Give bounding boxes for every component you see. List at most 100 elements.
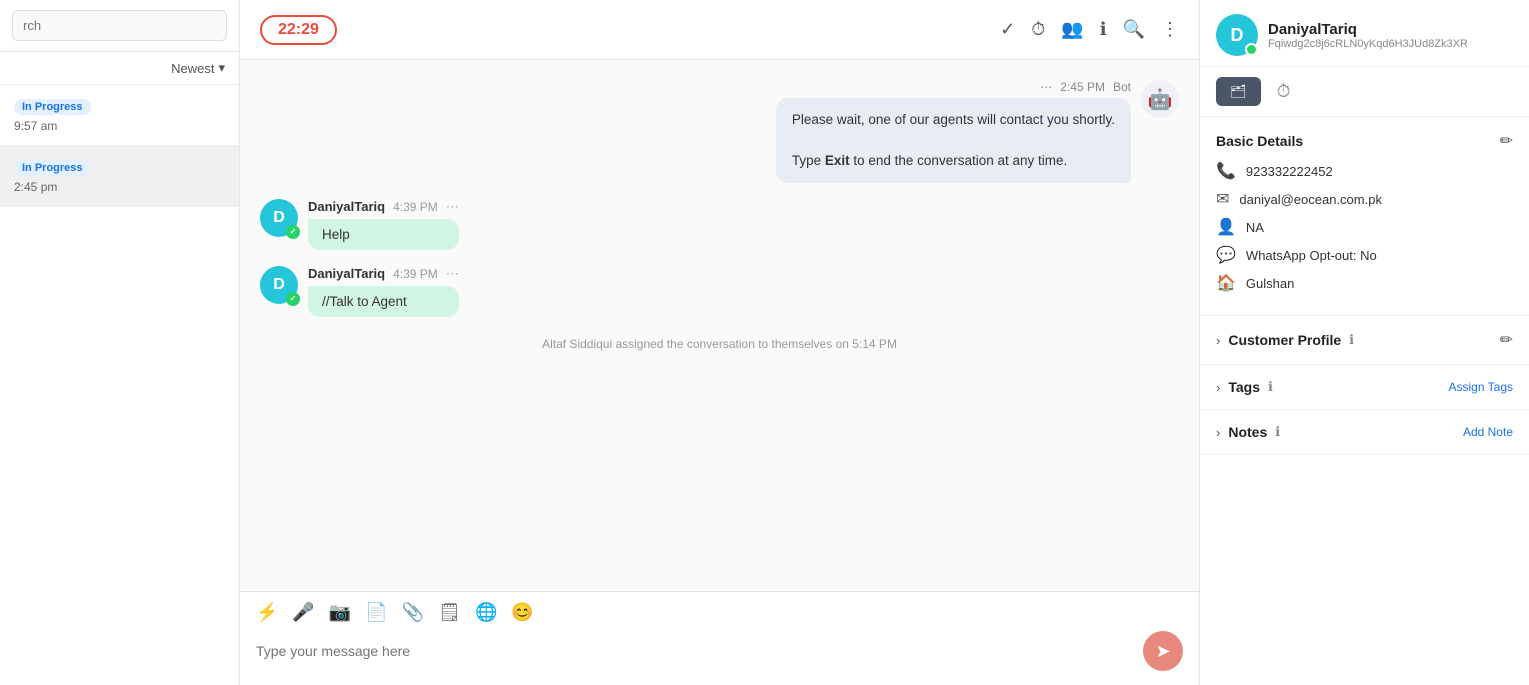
bot-text-line2-prefix: Type [792, 153, 825, 168]
info-icon[interactable]: ℹ [1100, 19, 1107, 40]
basic-details-title: Basic Details [1216, 133, 1303, 149]
conv-time-1: 9:57 am [14, 119, 225, 133]
rp-whatsapp-dot [1245, 43, 1258, 56]
basic-details-edit-icon[interactable]: ✏ [1500, 131, 1513, 151]
sidebar-filter[interactable]: Newest ▾ [0, 52, 239, 85]
users-icon[interactable]: 👥 [1061, 19, 1083, 40]
chat-input-toolbar: ⚡ 🎤 📷 📄 📎 🗒 🌐 😊 [256, 602, 1183, 623]
user-message-row-1: D ✓ DaniyalTariq 4:39 PM ⋯ Help [260, 199, 1179, 250]
attach-icon[interactable]: 📎 [402, 602, 424, 623]
whatsapp-badge-2: ✓ [286, 292, 300, 306]
bolt-icon[interactable]: ⚡ [256, 602, 278, 623]
conv-time-2: 2:45 pm [14, 180, 225, 194]
bot-message-info: ⋯ 2:45 PM Bot [1040, 80, 1131, 94]
sidebar: Newest ▾ In Progress 9:57 am In Progress… [0, 0, 240, 685]
tags-section[interactable]: › Tags ℹ Assign Tags [1200, 365, 1529, 410]
bot-message-bubble: Please wait, one of our agents will cont… [776, 98, 1131, 183]
user-message-content-1: DaniyalTariq 4:39 PM ⋯ Help [308, 199, 459, 250]
tags-right: Assign Tags [1449, 380, 1513, 394]
chat-timer: 22:29 [260, 15, 337, 45]
doc-icon[interactable]: 📄 [365, 602, 387, 623]
chat-header-icons: ✓ ⏱ 👥 ℹ 🔍 ⋮ [1000, 19, 1179, 40]
globe-icon[interactable]: 🌐 [475, 602, 497, 623]
mic-icon[interactable]: 🎤 [292, 602, 314, 623]
more-icon[interactable]: ⋮ [1161, 19, 1179, 40]
tab-history[interactable]: ⏱ [1269, 77, 1299, 106]
whatsapp-icon: 💬 [1216, 245, 1236, 265]
chat-header: 22:29 ✓ ⏱ 👥 ℹ 🔍 ⋮ [240, 0, 1199, 60]
assign-tags-link[interactable]: Assign Tags [1449, 380, 1513, 394]
email-icon: ✉ [1216, 189, 1229, 209]
message-input[interactable] [256, 643, 1133, 659]
send-icon: ➤ [1155, 641, 1170, 662]
bot-text-line2-suffix: to end the conversation at any time. [850, 153, 1068, 168]
user-time-2: 4:39 PM [393, 267, 438, 281]
customer-profile-section[interactable]: › Customer Profile ℹ ✏ [1200, 316, 1529, 365]
notes-chevron-icon: › [1216, 425, 1220, 440]
search-input[interactable] [12, 10, 227, 41]
rp-avatar: D [1216, 14, 1258, 56]
conversation-item-2[interactable]: In Progress 2:45 pm [0, 146, 239, 207]
customer-profile-edit-icon[interactable]: ✏ [1500, 330, 1513, 350]
more-icon-user1[interactable]: ⋯ [446, 199, 459, 215]
user-name-1: DaniyalTariq [308, 199, 385, 214]
status-badge-1: In Progress [14, 99, 91, 115]
user-time-1: 4:39 PM [393, 200, 438, 214]
more-icon-user2[interactable]: ⋯ [446, 266, 459, 282]
rp-initials: D [1231, 25, 1244, 46]
user-bubble-2: //Talk to Agent [308, 286, 459, 317]
bot-message-meta: ⋯ 2:45 PM Bot Please wait, one of our ag… [776, 80, 1131, 183]
notes-right: Add Note [1463, 425, 1513, 439]
emoji-icon[interactable]: 😊 [511, 602, 533, 623]
user-avatar-1: D ✓ [260, 199, 298, 237]
basic-details-header: Basic Details ✏ [1216, 131, 1513, 151]
user-bubble-1: Help [308, 219, 459, 250]
add-note-link[interactable]: Add Note [1463, 425, 1513, 439]
bot-message-row: ⋯ 2:45 PM Bot Please wait, one of our ag… [260, 80, 1179, 183]
tags-title: Tags [1228, 379, 1260, 395]
home-icon: 🏠 [1216, 273, 1236, 293]
detail-whatsapp: 💬 WhatsApp Opt-out: No [1216, 245, 1513, 265]
chat-input-area: ⚡ 🎤 📷 📄 📎 🗒 🌐 😊 ➤ [240, 591, 1199, 685]
filter-label: Newest [171, 61, 214, 76]
person-icon: 👤 [1216, 217, 1236, 237]
customer-profile-left: › Customer Profile ℹ [1216, 332, 1354, 348]
name-value: NA [1246, 220, 1264, 235]
detail-location: 🏠 Gulshan [1216, 273, 1513, 293]
detail-phone: 📞 923332222452 [1216, 161, 1513, 181]
camera-icon[interactable]: 📷 [329, 602, 351, 623]
notes-title: Notes [1228, 424, 1267, 440]
bot-exit-word: Exit [825, 153, 850, 168]
rp-user-id: Fqiwdg2c8j6cRLN0yKqd6H3JUd8Zk3XR [1268, 38, 1468, 50]
user-avatar-2: D ✓ [260, 266, 298, 304]
send-button[interactable]: ➤ [1143, 631, 1183, 671]
conversation-item-1[interactable]: In Progress 9:57 am [0, 85, 239, 146]
customer-profile-title: Customer Profile [1228, 332, 1341, 348]
user-message-header-2: DaniyalTariq 4:39 PM ⋯ [308, 266, 459, 282]
notes-section[interactable]: › Notes ℹ Add Note [1200, 410, 1529, 455]
user-message-row-2: D ✓ DaniyalTariq 4:39 PM ⋯ //Talk to Age… [260, 266, 1179, 317]
bot-message-time: 2:45 PM [1060, 80, 1105, 94]
more-icon-bot[interactable]: ⋯ [1040, 80, 1052, 94]
note-icon[interactable]: 🗒 [438, 602, 461, 623]
user-message-content-2: DaniyalTariq 4:39 PM ⋯ //Talk to Agent [308, 266, 459, 317]
customer-profile-info-icon: ℹ [1349, 332, 1354, 348]
history-icon[interactable]: ⏱ [1031, 19, 1045, 40]
filter-chevron-icon[interactable]: ▾ [218, 60, 225, 76]
email-value: daniyal@eocean.com.pk [1239, 192, 1382, 207]
phone-value: 923332222452 [1246, 164, 1333, 179]
tags-chevron-icon: › [1216, 380, 1220, 395]
search-icon[interactable]: 🔍 [1123, 19, 1145, 40]
chat-main: 22:29 ✓ ⏱ 👥 ℹ 🔍 ⋮ ⋯ 2:45 PM Bot Please w… [240, 0, 1199, 685]
notes-left: › Notes ℹ [1216, 424, 1280, 440]
right-panel: D DaniyalTariq Fqiwdg2c8j6cRLN0yKqd6H3JU… [1199, 0, 1529, 685]
tags-info-icon: ℹ [1268, 379, 1273, 395]
check-icon[interactable]: ✓ [1000, 19, 1015, 40]
bot-icon: 🤖 [1148, 87, 1173, 112]
tags-left: › Tags ℹ [1216, 379, 1273, 395]
bot-text-line1: Please wait, one of our agents will cont… [792, 112, 1115, 127]
detail-email: ✉ daniyal@eocean.com.pk [1216, 189, 1513, 209]
chat-messages: ⋯ 2:45 PM Bot Please wait, one of our ag… [240, 60, 1199, 591]
user-name-2: DaniyalTariq [308, 266, 385, 281]
tab-primary[interactable]: 🗂 [1216, 77, 1261, 106]
